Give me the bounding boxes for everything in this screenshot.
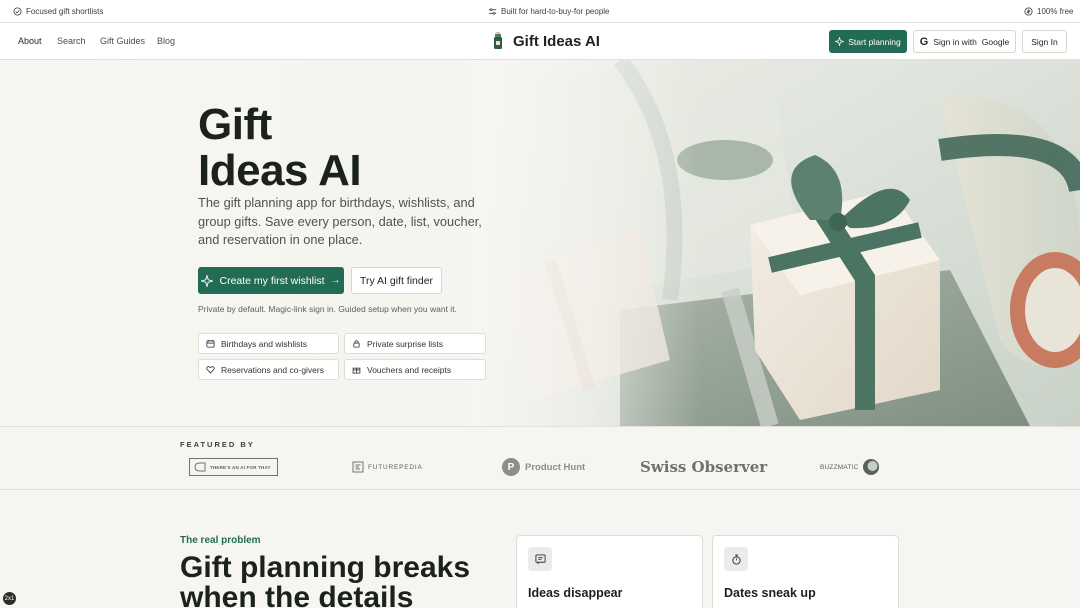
- nav-link-blog[interactable]: Blog: [157, 36, 175, 46]
- futurepedia-logo-icon: [352, 461, 364, 473]
- start-planning-label: Start planning: [848, 36, 901, 47]
- hero-title-line2: Ideas AI: [198, 146, 362, 195]
- announcement-right-text: 100% free: [1037, 7, 1074, 16]
- problem-eyebrow: The real problem: [180, 535, 261, 546]
- announcement-left: Focused gift shortlists: [13, 7, 103, 16]
- brand-name: Gift Ideas AI: [513, 32, 600, 50]
- brand[interactable]: Gift Ideas AI: [491, 32, 600, 50]
- google-signin-prefix: Sign in with: [933, 36, 977, 47]
- feature-chip-label: Private surprise lists: [367, 338, 444, 349]
- logo-buzzmatic[interactable]: BUZZMATIC: [820, 458, 880, 476]
- buzzmatic-globe-icon: [862, 459, 879, 475]
- featured-label: FEATURED BY: [180, 440, 255, 449]
- hero-subtitle: The gift planning app for birthdays, wis…: [198, 195, 482, 247]
- feature-chip-reservations: Reservations and co-givers: [198, 359, 339, 380]
- heart-handshake-icon: [206, 366, 215, 374]
- logo-swiss-observer[interactable]: Swiss Observer: [640, 458, 767, 476]
- announcement-center-text: Built for hard-to-buy-for people: [501, 7, 610, 16]
- problem-title: Gift planning breaks when the details: [180, 551, 471, 608]
- nav-link-search[interactable]: Search: [57, 36, 86, 46]
- sign-in-button[interactable]: Sign In: [1022, 30, 1067, 53]
- check-circle-icon: [13, 7, 22, 16]
- logo-product-hunt-text: Product Hunt: [525, 461, 586, 473]
- feature-chip-label: Vouchers and receipts: [367, 364, 452, 375]
- main-nav: About Search Gift Guides Blog Gift Ideas…: [0, 23, 1080, 60]
- arrow-right-icon: →: [330, 275, 341, 286]
- feature-chip-private: Private surprise lists: [344, 333, 486, 354]
- create-wishlist-button[interactable]: Create my first wishlist →: [198, 267, 344, 294]
- google-g-icon: G: [919, 35, 929, 48]
- hero-note: Private by default. Magic-link sign in. …: [198, 304, 457, 314]
- ai-gift-finder-button[interactable]: Try AI gift finder: [351, 267, 442, 294]
- feature-chip-vouchers: Vouchers and receipts: [344, 359, 486, 380]
- nav-link-about[interactable]: About: [18, 36, 42, 46]
- product-hunt-p-icon: P: [502, 458, 520, 476]
- announcement-center: Built for hard-to-buy-for people: [488, 7, 610, 16]
- gift-jar-logo-icon: [494, 32, 502, 49]
- problem-card-dates: Dates sneak up: [712, 535, 899, 608]
- announcement-right: 100% free: [1024, 7, 1073, 16]
- stopwatch-icon: [731, 554, 741, 565]
- logo-futurepedia-text: FUTUREPEDIA: [368, 463, 423, 471]
- feature-chip-birthdays: Birthdays and wishlists: [198, 333, 339, 354]
- lock-icon: [353, 340, 360, 348]
- card-icon-wrap: [528, 547, 552, 571]
- create-wishlist-label: Create my first wishlist: [219, 274, 325, 287]
- nav-link-gift-guides[interactable]: Gift Guides: [100, 36, 145, 46]
- problem-card-title: Dates sneak up: [724, 586, 816, 600]
- corner-badge[interactable]: 2x1: [3, 592, 16, 605]
- logo-swiss-observer-text: Swiss Observer: [640, 458, 768, 476]
- coin-icon: [1024, 7, 1033, 16]
- feature-chip-label: Birthdays and wishlists: [221, 338, 307, 349]
- start-planning-button[interactable]: Start planning: [829, 30, 907, 53]
- message-square-icon: [534, 553, 546, 564]
- featured-by-section: FEATURED BY THERE'S AN AI FOR THAT FUTUR…: [0, 426, 1080, 490]
- hero-section: Gift Ideas AI The gift planning app for …: [0, 60, 1080, 426]
- sparkle-icon: [835, 37, 845, 46]
- google-signin-button[interactable]: G Sign in with Google: [913, 30, 1016, 53]
- logo-buzzmatic-text: BUZZMATIC: [820, 463, 859, 471]
- google-signin-label: Google: [981, 36, 1010, 47]
- logo-theres-an-ai-text: THERE'S AN AI FOR THAT: [210, 464, 271, 470]
- problem-card-ideas: Ideas disappear: [516, 535, 703, 608]
- calendar-icon: [206, 339, 215, 348]
- logo-theres-an-ai[interactable]: THERE'S AN AI FOR THAT: [189, 458, 278, 476]
- announcement-bar: Focused gift shortlists Built for hard-t…: [0, 0, 1080, 23]
- hero-title-line1: Gift: [198, 100, 272, 149]
- logo-futurepedia[interactable]: FUTUREPEDIA: [352, 458, 423, 476]
- hero-title: Gift Ideas AI: [198, 100, 362, 195]
- taaft-logo-icon: [194, 462, 206, 472]
- sliders-icon: [488, 8, 497, 15]
- feature-chip-label: Reservations and co-givers: [221, 364, 324, 375]
- logo-product-hunt[interactable]: P Product Hunt: [502, 458, 585, 476]
- problem-card-title: Ideas disappear: [528, 586, 623, 600]
- card-icon-wrap: [724, 547, 748, 571]
- hero-image-fade: [470, 60, 700, 426]
- gift-icon: [352, 367, 361, 374]
- sparkle-icon: [201, 274, 214, 287]
- announcement-left-text: Focused gift shortlists: [26, 7, 104, 16]
